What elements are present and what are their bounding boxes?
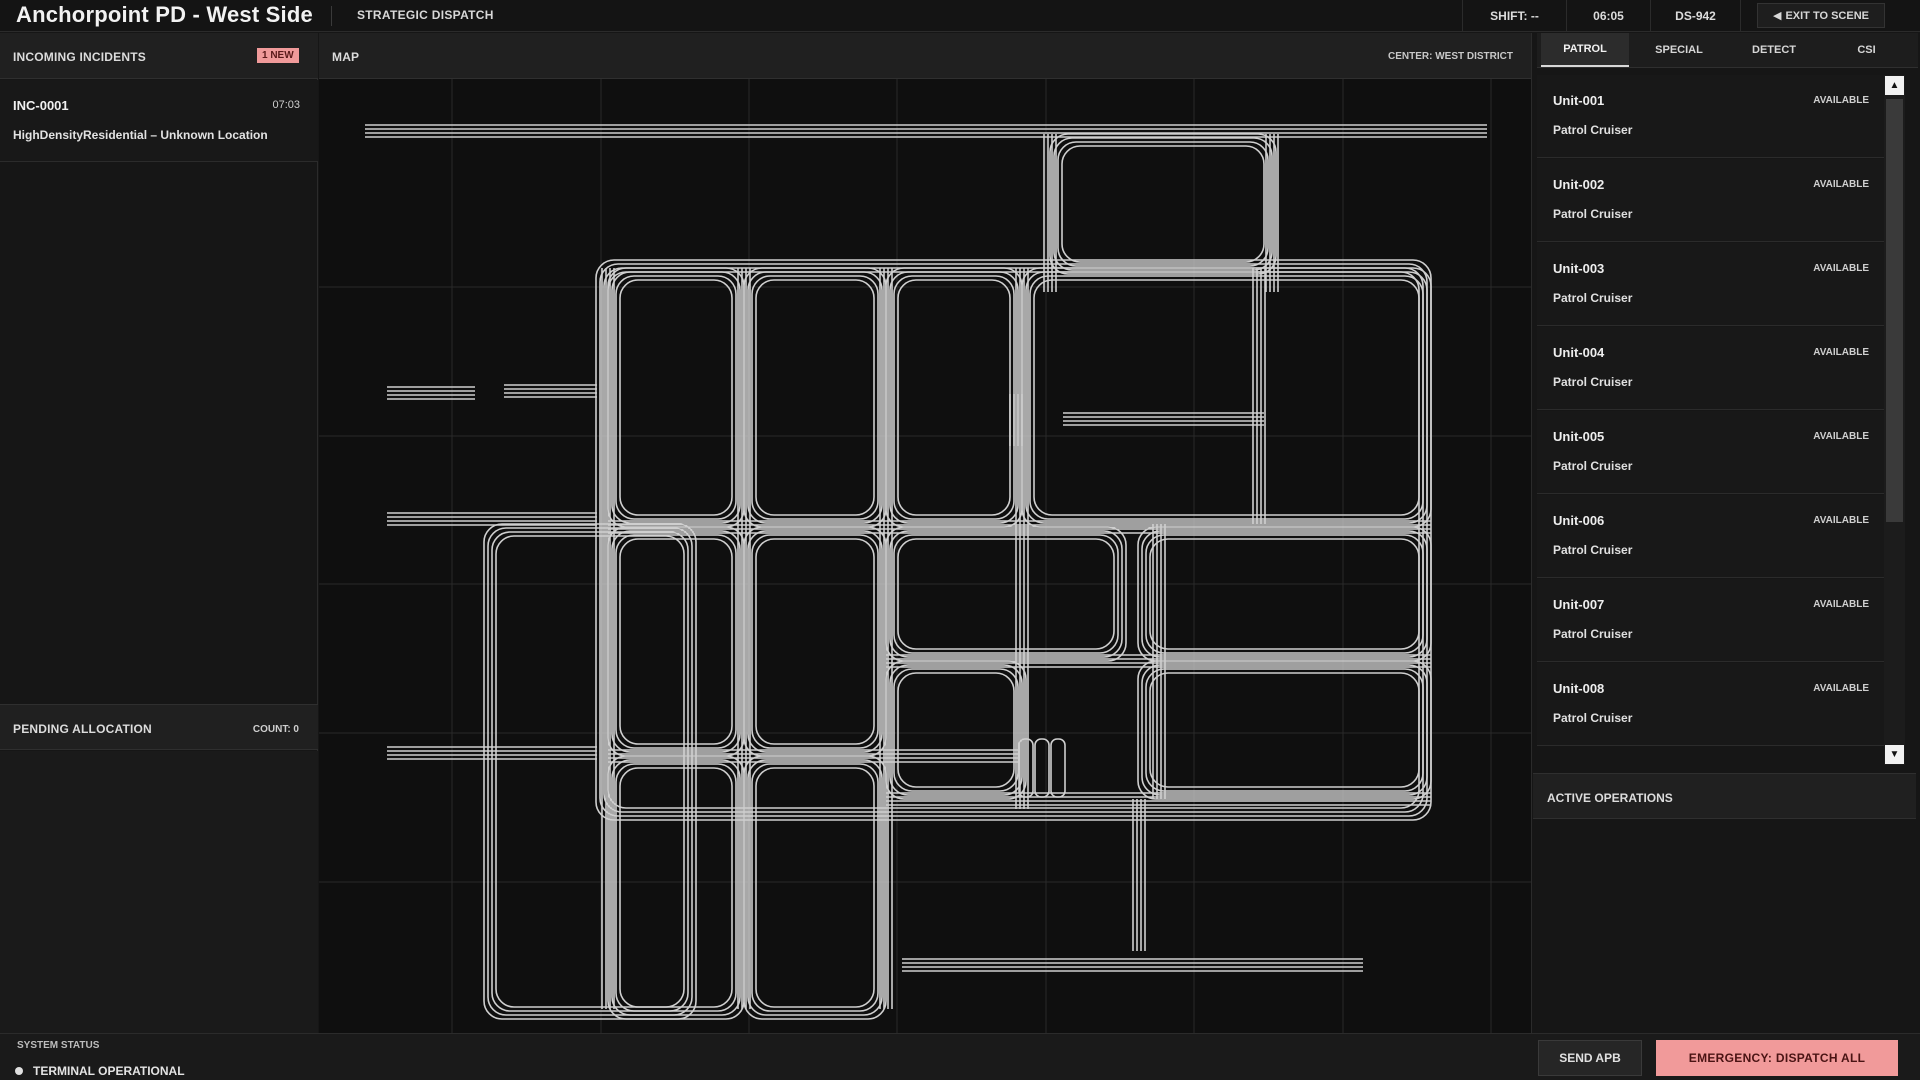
app-title: Anchorpoint PD - West Side — [16, 2, 313, 27]
unit-list-scrollbar[interactable]: ▲ ▼ — [1884, 75, 1905, 765]
unit-type: Patrol Cruiser — [1553, 123, 1633, 137]
unit-card[interactable]: Unit-007 AVAILABLE Patrol Cruiser — [1537, 579, 1887, 662]
unit-card[interactable]: Unit-001 AVAILABLE Patrol Cruiser — [1537, 75, 1887, 158]
incident-location: HighDensityResidential – Unknown Locatio… — [13, 128, 268, 142]
unit-status: AVAILABLE — [1813, 263, 1869, 274]
bottom-bar: SYSTEM STATUS TERMINAL OPERATIONAL SEND … — [0, 1033, 1920, 1080]
unit-name: Unit-005 — [1553, 429, 1605, 444]
active-operations-list — [1533, 820, 1916, 1032]
pending-header: PENDING ALLOCATION COUNT: 0 — [0, 704, 318, 750]
unit-card[interactable]: Unit-005 AVAILABLE Patrol Cruiser — [1537, 411, 1887, 494]
unit-status: AVAILABLE — [1813, 515, 1869, 526]
exit-label: EXIT TO SCENE — [1785, 9, 1869, 22]
unit-card[interactable]: Unit-008 AVAILABLE Patrol Cruiser — [1537, 663, 1887, 746]
unit-status: AVAILABLE — [1813, 347, 1869, 358]
scroll-thumb[interactable] — [1886, 99, 1903, 522]
status-dot-icon — [15, 1067, 23, 1075]
incident-time: 07:03 — [272, 99, 300, 111]
tab-csi[interactable]: CSI — [1819, 33, 1914, 67]
unit-name: Unit-007 — [1553, 597, 1605, 612]
unit-status: AVAILABLE — [1813, 431, 1869, 442]
triangle-left-icon: ◀ — [1772, 10, 1782, 22]
triangle-down-icon[interactable]: ▼ — [1885, 745, 1904, 764]
top-bar: Anchorpoint PD - West Side STRATEGIC DIS… — [0, 0, 1920, 32]
incidents-header: INCOMING INCIDENTS 1 NEW — [0, 33, 318, 79]
map-header: MAP CENTER: WEST DISTRICT — [319, 33, 1531, 79]
exit-to-scene-button[interactable]: ◀ EXIT TO SCENE — [1757, 3, 1885, 28]
unit-status: AVAILABLE — [1813, 95, 1869, 106]
incidents-column: INCOMING INCIDENTS 1 NEW INC-0001 07:03 … — [0, 33, 318, 1033]
unit-status: AVAILABLE — [1813, 599, 1869, 610]
incident-id: INC-0001 — [13, 98, 69, 113]
new-badge: 1 NEW — [257, 48, 299, 63]
tab-patrol[interactable]: PATROL — [1541, 33, 1629, 67]
map-title: MAP — [332, 50, 360, 64]
unit-card[interactable]: Unit-006 AVAILABLE Patrol Cruiser — [1537, 495, 1887, 578]
unit-status: AVAILABLE — [1813, 179, 1869, 190]
pending-list — [0, 751, 318, 1033]
map-panel: MAP CENTER: WEST DISTRICT — [319, 33, 1532, 1033]
shift-indicator: SHIFT: -- — [1462, 0, 1566, 32]
unit-name: Unit-002 — [1553, 177, 1605, 192]
send-apb-button[interactable]: SEND APB — [1538, 1040, 1642, 1076]
emergency-dispatch-all-button[interactable]: EMERGENCY: DISPATCH ALL — [1656, 1040, 1898, 1076]
unit-status: AVAILABLE — [1813, 683, 1869, 694]
triangle-up-icon[interactable]: ▲ — [1885, 76, 1904, 95]
unit-type: Patrol Cruiser — [1553, 459, 1633, 473]
map-center-label: CENTER: WEST DISTRICT — [1388, 51, 1513, 62]
clock: 06:05 — [1566, 0, 1650, 32]
unit-name: Unit-008 — [1553, 681, 1605, 696]
unit-type: Patrol Cruiser — [1553, 627, 1633, 641]
tab-detect[interactable]: DETECT — [1729, 33, 1819, 67]
system-status-label: SYSTEM STATUS — [17, 1040, 100, 1051]
pending-count: COUNT: 0 — [252, 724, 299, 735]
unit-name: Unit-006 — [1553, 513, 1605, 528]
unit-type: Patrol Cruiser — [1553, 291, 1633, 305]
unit-type: Patrol Cruiser — [1553, 207, 1633, 221]
unit-type: Patrol Cruiser — [1553, 375, 1633, 389]
unit-name: Unit-004 — [1553, 345, 1605, 360]
unit-tabs: PATROL SPECIAL DETECT CSI — [1537, 33, 1918, 68]
active-operations-title: ACTIVE OPERATIONS — [1547, 791, 1673, 805]
unit-list: Unit-001 AVAILABLE Patrol Cruiser Unit-0… — [1537, 75, 1887, 765]
unit-name: Unit-003 — [1553, 261, 1605, 276]
unit-type: Patrol Cruiser — [1553, 543, 1633, 557]
system-status-text: TERMINAL OPERATIONAL — [33, 1064, 185, 1078]
active-operations-header: ACTIVE OPERATIONS — [1533, 773, 1916, 819]
unit-card[interactable]: Unit-002 AVAILABLE Patrol Cruiser — [1537, 159, 1887, 242]
incident-item[interactable]: INC-0001 07:03 HighDensityResidential – … — [0, 80, 318, 162]
unit-name: Unit-001 — [1553, 93, 1605, 108]
incidents-title: INCOMING INCIDENTS — [13, 50, 146, 64]
unit-type: Patrol Cruiser — [1553, 711, 1633, 725]
unit-card[interactable]: Unit-003 AVAILABLE Patrol Cruiser — [1537, 243, 1887, 326]
tab-special[interactable]: SPECIAL — [1629, 33, 1729, 67]
unit-card[interactable]: Unit-004 AVAILABLE Patrol Cruiser — [1537, 327, 1887, 410]
mode-label: STRATEGIC DISPATCH — [357, 8, 494, 22]
pending-title: PENDING ALLOCATION — [13, 722, 152, 736]
station-id: DS-942 — [1650, 0, 1740, 32]
divider — [331, 6, 332, 26]
map-canvas[interactable] — [319, 79, 1532, 1033]
